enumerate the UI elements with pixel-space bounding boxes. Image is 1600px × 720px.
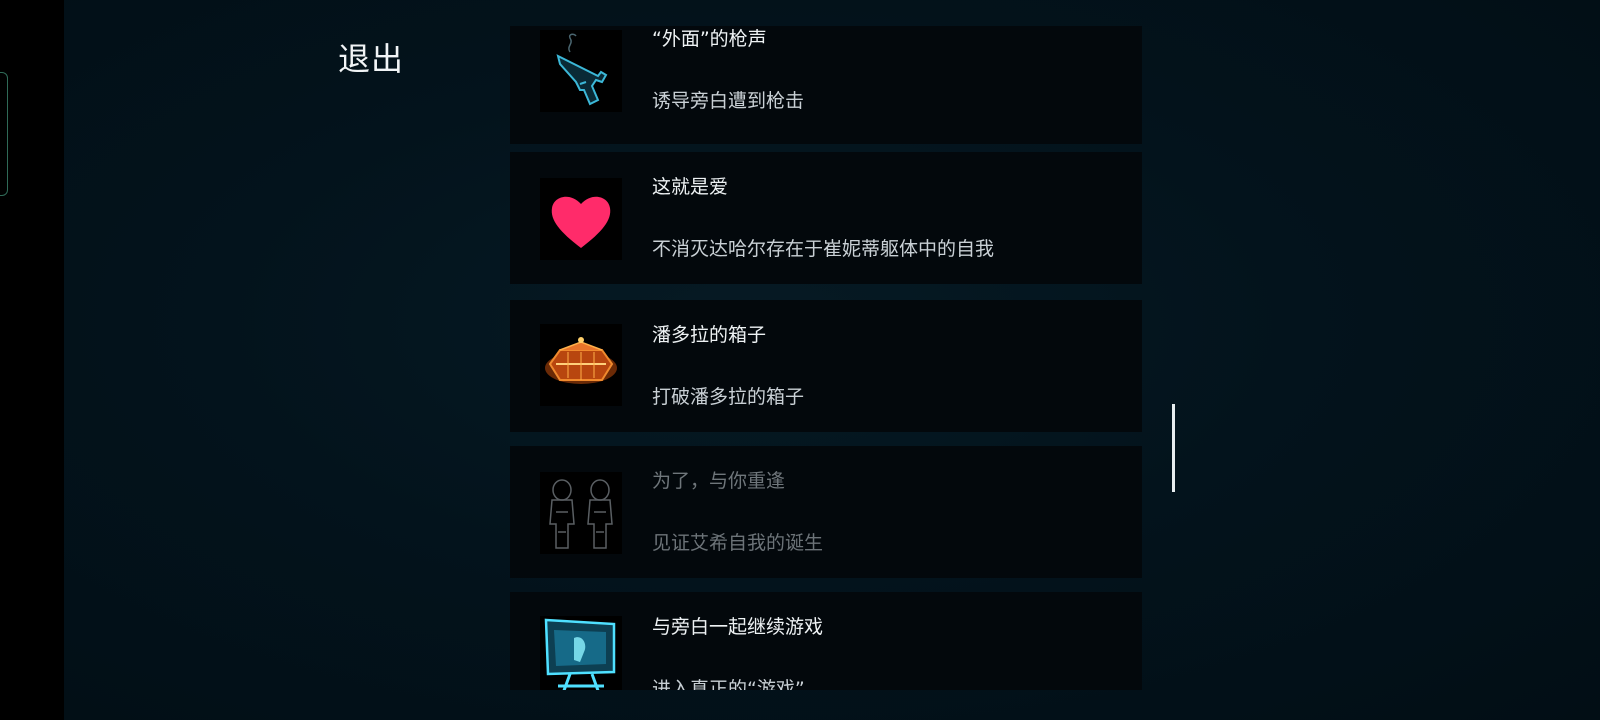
twin-figures-icon [540, 472, 622, 554]
scrollbar-thumb[interactable] [1172, 404, 1175, 492]
achievement-description: 进入真正的“游戏” [652, 678, 805, 690]
achievement-description: 打破潘多拉的箱子 [652, 386, 805, 408]
achievement-description: 不消灭达哈尔存在于崔妮蒂躯体中的自我 [652, 238, 995, 260]
pistol-icon [540, 30, 622, 112]
achievement-card[interactable]: 与旁白一起继续游戏 进入真正的“游戏” [510, 592, 1142, 690]
achievement-description: 见证艾希自我的诞生 [652, 532, 824, 554]
achievement-card[interactable]: 潘多拉的箱子 打破潘多拉的箱子 [510, 300, 1142, 432]
side-drawer-handle[interactable] [0, 72, 8, 196]
achievement-description: 诱导旁白遭到枪击 [652, 90, 805, 112]
heart-icon [540, 178, 622, 260]
left-edge-strip [0, 0, 64, 720]
achievement-title: 为了，与你重逢 [652, 470, 786, 492]
achievement-title: 潘多拉的箱子 [652, 324, 767, 346]
pandora-box-icon [540, 324, 622, 406]
achievement-title: 与旁白一起继续游戏 [652, 616, 824, 638]
monitor-icon [540, 616, 622, 690]
achievement-card[interactable]: “外面”的枪声 诱导旁白遭到枪击 [510, 26, 1142, 144]
achievement-title: 这就是爱 [652, 176, 729, 198]
achievements-panel: 退出 “外面”的枪声 诱导旁白遭到枪击 这就是爱 不消灭达哈尔存在于崔妮蒂躯体中… [64, 0, 1600, 720]
screen: 退出 “外面”的枪声 诱导旁白遭到枪击 这就是爱 不消灭达哈尔存在于崔妮蒂躯体中… [0, 0, 1600, 720]
achievement-list[interactable]: “外面”的枪声 诱导旁白遭到枪击 这就是爱 不消灭达哈尔存在于崔妮蒂躯体中的自我 [510, 26, 1144, 690]
achievement-title: “外面”的枪声 [652, 28, 767, 50]
achievement-card[interactable]: 这就是爱 不消灭达哈尔存在于崔妮蒂躯体中的自我 [510, 152, 1142, 284]
achievement-card[interactable]: 为了，与你重逢 见证艾希自我的诞生 [510, 446, 1142, 578]
exit-button[interactable]: 退出 [338, 34, 404, 80]
